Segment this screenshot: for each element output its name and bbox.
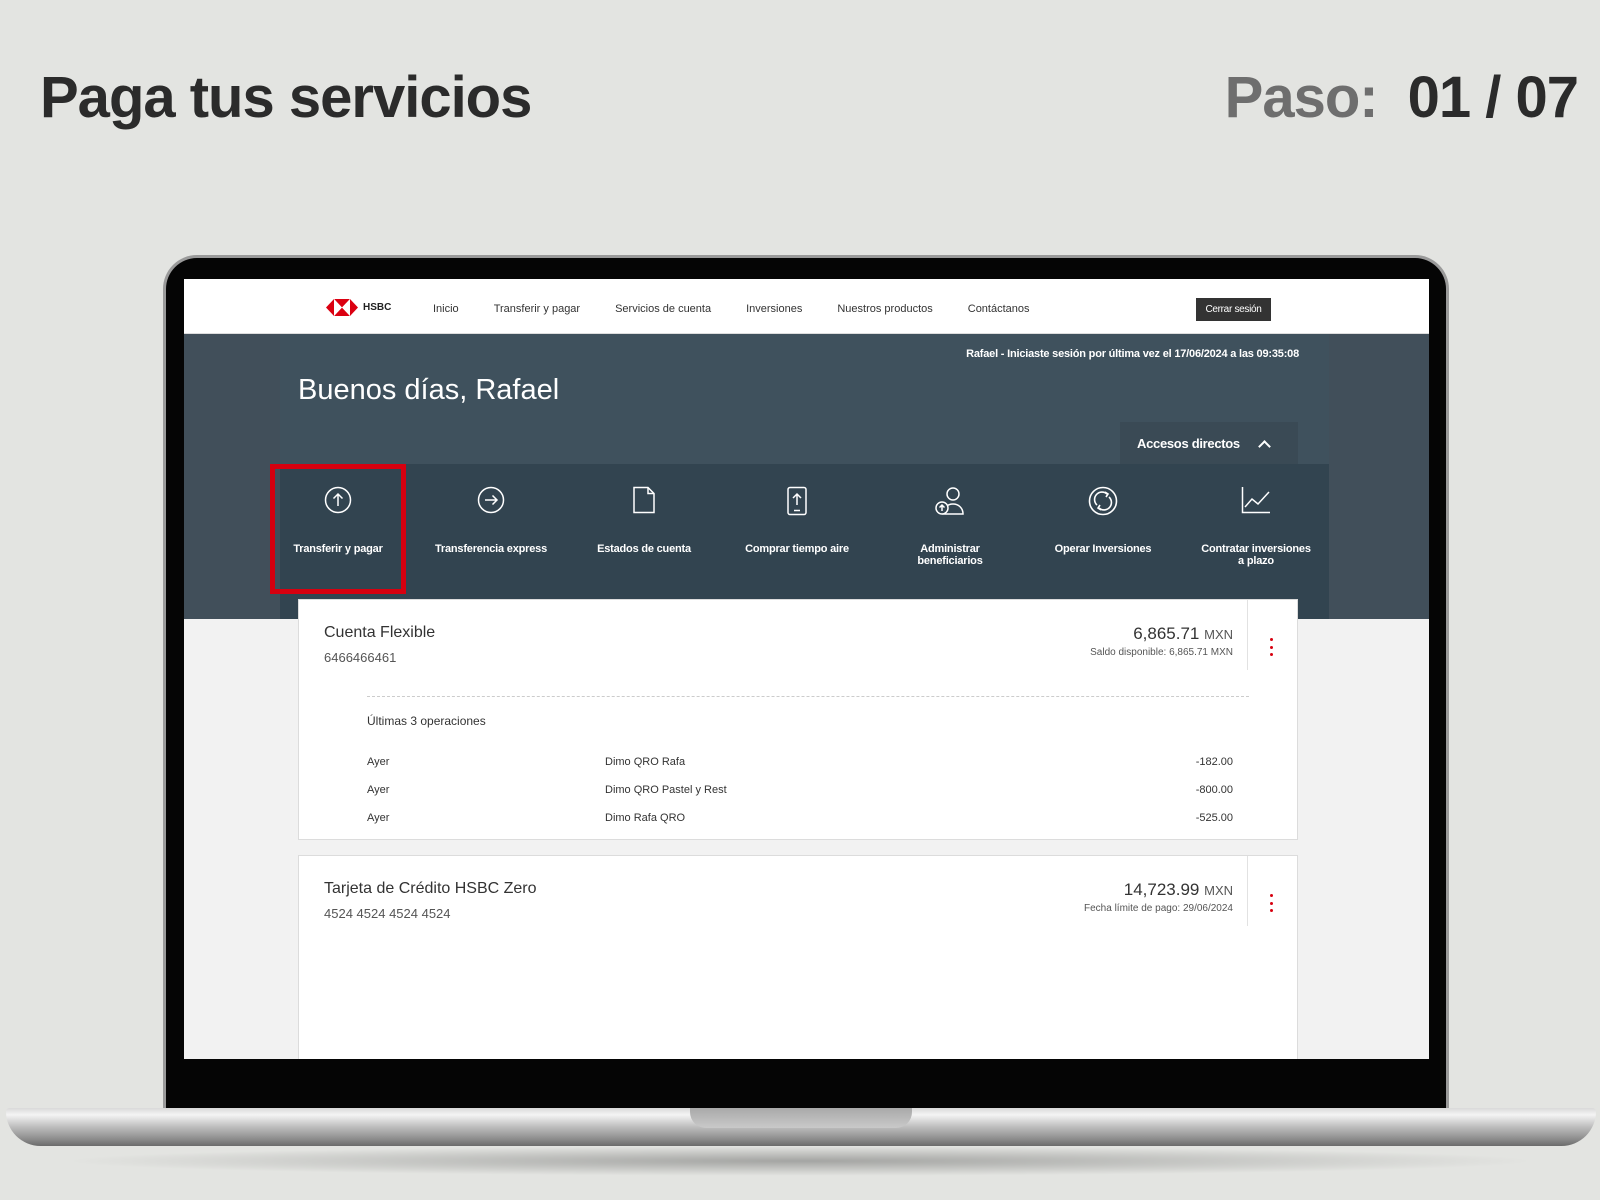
user-add-icon [935, 487, 964, 515]
operation-description: Dimo QRO Rafa [605, 756, 686, 768]
line-chart-icon [1241, 487, 1270, 514]
dashed-divider [367, 696, 1249, 697]
operation-amount: -182.00 [1195, 756, 1233, 768]
step-indicator: Paso: 01 / 07 [1224, 64, 1579, 131]
shortcut-label: Transferencia express [435, 543, 547, 555]
nav-item-nuestros-productos[interactable]: Nuestros productos [837, 303, 932, 315]
laptop-shadow [60, 1146, 1540, 1176]
chevron-up-icon [1258, 440, 1271, 453]
refresh-circle-icon [1088, 486, 1118, 516]
nav-item-transferir-y-pagar[interactable]: Transferir y pagar [494, 303, 580, 315]
balance-amount: 6,865.71 [1133, 624, 1200, 643]
nav-menu: Inicio Transferir y pagar Servicios de c… [433, 303, 1030, 315]
arrow-right-circle-icon [477, 486, 505, 514]
shortcut-operar-inversiones[interactable]: Operar Inversiones [1035, 464, 1171, 594]
step-value: 01 / 07 [1407, 65, 1579, 130]
shortcut-transferencia-express[interactable]: Transferencia express [423, 464, 559, 594]
operation-description: Dimo Rafa QRO [605, 812, 686, 824]
document-icon [633, 486, 655, 514]
more-options-icon[interactable] [1270, 638, 1273, 656]
operation-row: Ayer Dimo QRO Pastel y Rest -800.00 [367, 784, 1233, 800]
greeting: Buenos días, Rafael [298, 374, 560, 406]
balance-amount: 14,723.99 [1123, 880, 1200, 899]
hsbc-hexagon-icon [326, 299, 358, 316]
shortcut-label: Administrar beneficiarios [917, 543, 983, 567]
available-balance: Saldo disponible: 6,865.71 MXN [1090, 647, 1233, 658]
shortcut-label: Contratar inversiones a plazo [1201, 543, 1311, 567]
arrow-up-circle-icon [324, 486, 352, 514]
account-balance: 6,865.71 MXN [1133, 624, 1233, 644]
card-divider [1247, 600, 1248, 670]
logout-button[interactable]: Cerrar sesión [1196, 298, 1271, 321]
logo-text: HSBC [363, 302, 392, 313]
laptop-screen: HSBC Inicio Transferir y pagar Servicios… [184, 279, 1429, 1059]
nav-item-contactanos[interactable]: Contáctanos [968, 303, 1030, 315]
shortcut-comprar-tiempo-aire[interactable]: Comprar tiempo aire [729, 464, 865, 594]
shortcut-transferir-y-pagar[interactable]: Transferir y pagar [270, 464, 406, 594]
account-number: 6466466461 [324, 650, 397, 665]
operation-date: Ayer [367, 784, 390, 796]
operation-row: Ayer Dimo Rafa QRO -525.00 [367, 812, 1233, 828]
account-name[interactable]: Cuenta Flexible [324, 624, 435, 642]
phone-upload-icon [787, 486, 807, 516]
accesos-directos-label: Accesos directos [1137, 436, 1240, 451]
top-nav: HSBC Inicio Transferir y pagar Servicios… [184, 279, 1429, 334]
balance-currency: MXN [1204, 883, 1233, 898]
operation-amount: -525.00 [1195, 812, 1233, 824]
shortcut-label: Comprar tiempo aire [745, 543, 849, 555]
last-login-text: Rafael - Iniciaste sesión por última vez… [966, 348, 1299, 360]
account-number: 4524 4524 4524 4524 [324, 906, 451, 921]
account-balance: 14,723.99 MXN [1124, 880, 1233, 900]
nav-item-servicios-de-cuenta[interactable]: Servicios de cuenta [615, 303, 711, 315]
shortcut-label: Estados de cuenta [597, 543, 691, 555]
balance-currency: MXN [1204, 627, 1233, 642]
payment-due-date: Fecha límite de pago: 29/06/2024 [1084, 903, 1233, 914]
nav-item-inversiones[interactable]: Inversiones [746, 303, 802, 315]
account-name[interactable]: Tarjeta de Crédito HSBC Zero [324, 880, 537, 898]
operation-row: Ayer Dimo QRO Rafa -182.00 [367, 756, 1233, 772]
shortcut-estados-de-cuenta[interactable]: Estados de cuenta [576, 464, 712, 594]
account-card-cuenta-flexible[interactable]: Cuenta Flexible 6466466461 6,865.71 MXN … [298, 599, 1298, 840]
slide-title: Paga tus servicios [40, 65, 532, 130]
laptop-notch [690, 1108, 912, 1128]
shortcut-administrar-beneficiarios[interactable]: Administrar beneficiarios [882, 464, 1018, 594]
operation-date: Ayer [367, 756, 390, 768]
account-card-tarjeta-credito[interactable]: Tarjeta de Crédito HSBC Zero 4524 4524 4… [298, 855, 1298, 1059]
operations-title: Últimas 3 operaciones [367, 714, 486, 728]
shortcut-label: Operar Inversiones [1054, 543, 1152, 555]
shortcut-contratar-inversiones[interactable]: Contratar inversiones a plazo [1188, 464, 1324, 594]
operation-description: Dimo QRO Pastel y Rest [605, 784, 727, 796]
accesos-directos-button[interactable]: Accesos directos [1120, 422, 1298, 465]
shortcut-label: Transferir y pagar [293, 543, 383, 555]
hero-banner: Rafael - Iniciaste sesión por última vez… [184, 334, 1429, 465]
operation-date: Ayer [367, 812, 390, 824]
hsbc-logo[interactable]: HSBC [326, 299, 391, 316]
step-label: Paso: [1224, 65, 1379, 130]
more-options-icon[interactable] [1270, 894, 1273, 912]
card-divider [1247, 856, 1248, 926]
nav-item-inicio[interactable]: Inicio [433, 303, 459, 315]
operation-amount: -800.00 [1195, 784, 1233, 796]
shortcuts-bar: Transferir y pagar Transferencia express… [184, 464, 1429, 619]
